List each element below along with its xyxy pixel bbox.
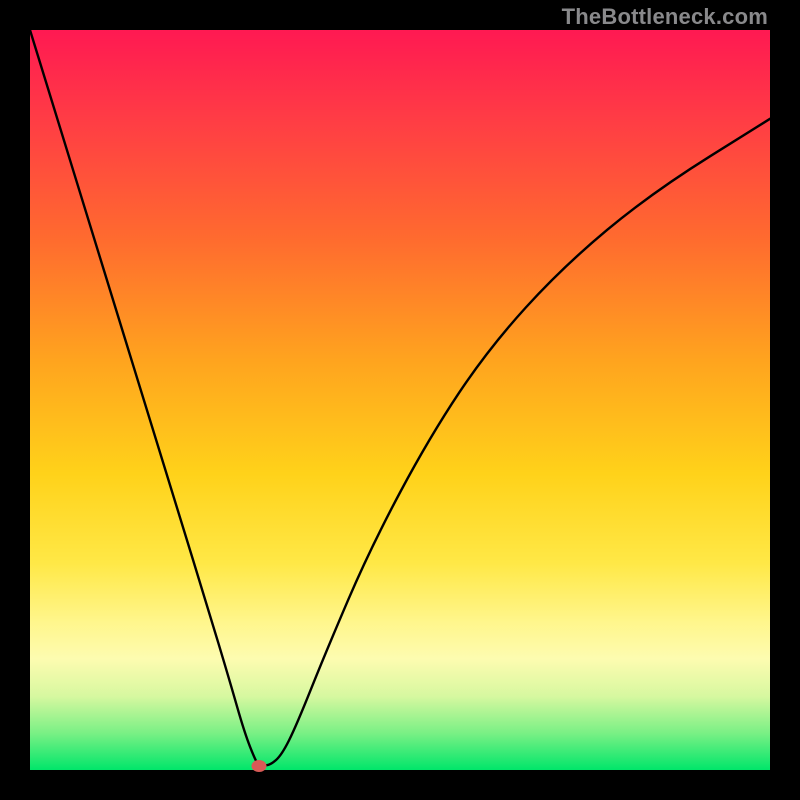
curve-svg: [30, 30, 770, 770]
chart-frame: TheBottleneck.com: [0, 0, 800, 800]
bottleneck-curve: [30, 30, 770, 766]
watermark-text: TheBottleneck.com: [562, 4, 768, 30]
minimum-marker: [252, 760, 267, 772]
plot-area: [30, 30, 770, 770]
